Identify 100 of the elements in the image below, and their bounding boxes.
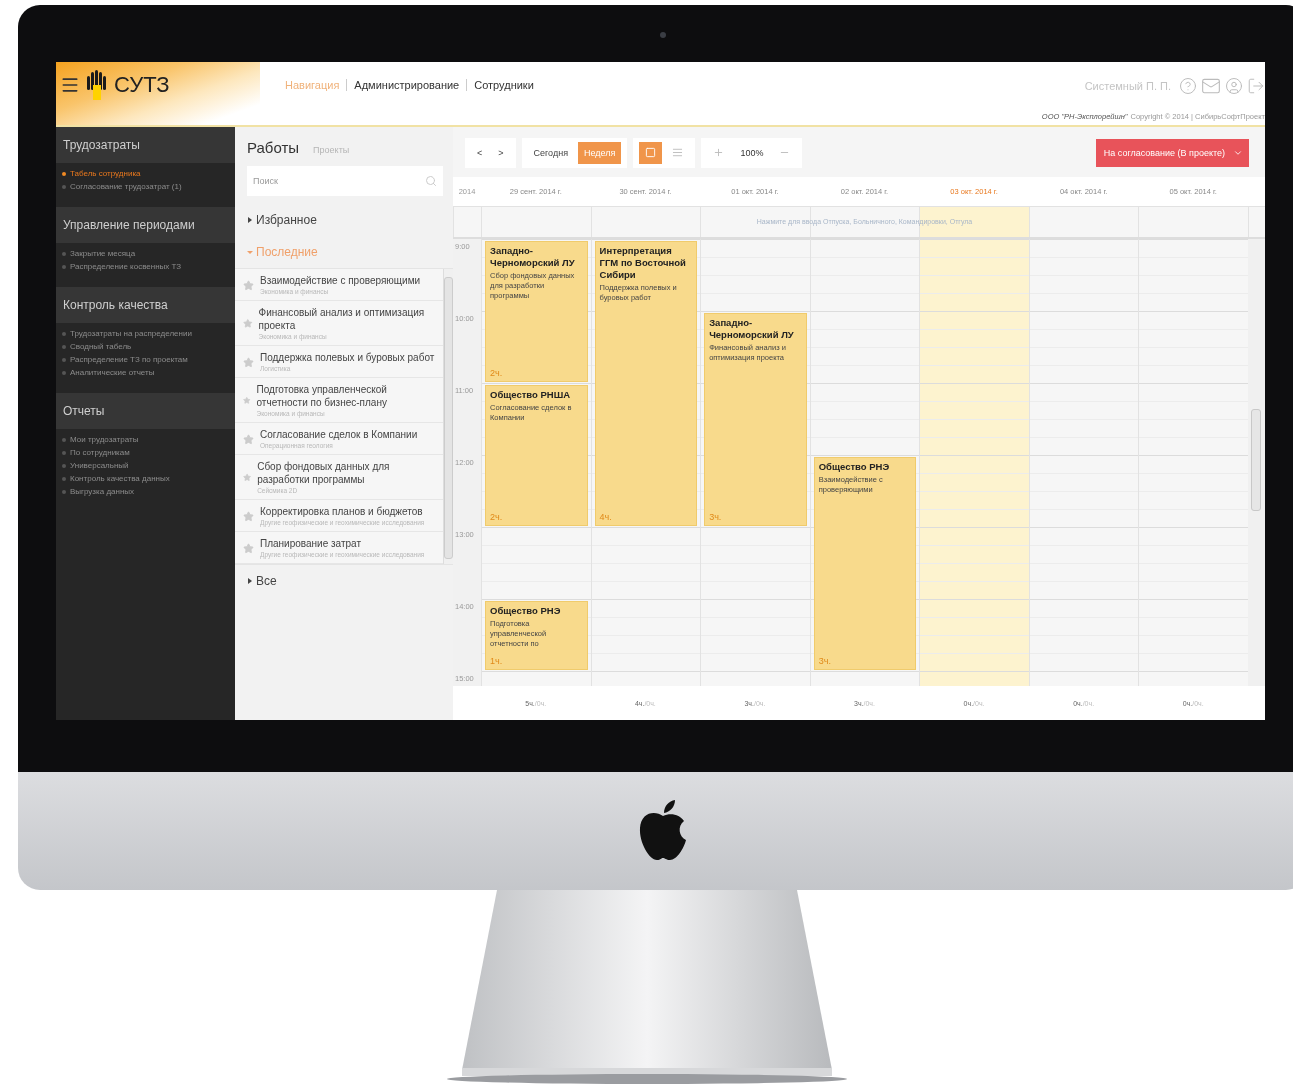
sidebar-item[interactable]: Контроль качества данных — [62, 474, 229, 483]
all-day-cell[interactable] — [481, 206, 591, 237]
sidebar-item-label: Универсальный — [70, 461, 129, 470]
work-title: Подготовка управленческой отчетности по бизнес-плану — [256, 383, 388, 409]
sidebar-item[interactable]: Мои трудозатраты — [62, 435, 229, 444]
bullet-icon — [62, 344, 66, 349]
sidebar-item-label: Контроль качества данных — [70, 474, 170, 483]
submit-button[interactable]: На согласование (В проекте) — [1095, 138, 1249, 167]
app-logo-text: СУТЗ — [114, 71, 170, 98]
entry-title: Западно-Черноморский ЛУ — [709, 317, 795, 341]
sidebar-item-label: Распределение ТЗ по проектам — [70, 355, 188, 364]
sidebar-item[interactable]: Распределение косвенных ТЗ — [62, 262, 229, 271]
sidebar-item-label: Трудозатраты на распределении — [70, 329, 192, 338]
sidebar-item[interactable]: По сотрудникам — [62, 448, 229, 457]
star-icon[interactable] — [243, 395, 251, 406]
bullet-icon — [62, 489, 66, 494]
nav-link[interactable]: Администрирование — [346, 78, 467, 91]
nav-link[interactable]: Сотрудники — [466, 78, 541, 91]
sidebar-item[interactable]: Универсальный — [62, 461, 229, 470]
search-icon — [425, 175, 437, 187]
user-icon[interactable] — [1225, 77, 1243, 95]
bullet-icon — [62, 450, 66, 455]
logout-icon[interactable] — [1247, 77, 1265, 95]
all-day-cell[interactable] — [1028, 206, 1139, 237]
camera-icon — [660, 32, 666, 38]
entry-hours: 3ч. — [818, 656, 832, 666]
entry-hours: 2ч. — [490, 512, 504, 522]
sidebar-item[interactable]: Сводный табель — [62, 342, 229, 351]
group-header[interactable]: Избранное — [235, 204, 453, 236]
sidebar-item-label: Согласование трудозатрат (1) — [70, 182, 182, 191]
sidebar-item-label: Табель сотрудника — [70, 169, 141, 178]
next-button[interactable]: > — [492, 141, 510, 164]
entry-title: Общество РНША — [490, 389, 572, 401]
bullet-icon — [62, 476, 66, 481]
work-title: Финансовый анализ и оптимизация проекта — [258, 306, 426, 332]
logo-icon — [637, 800, 689, 862]
plus-icon — [713, 147, 725, 158]
square-icon — [645, 147, 657, 158]
bullet-icon — [62, 437, 66, 442]
sidebar-item-label: Закрытие месяца — [70, 249, 136, 258]
bullet-icon — [62, 331, 66, 336]
work-title: Поддержка полевых и буровых работ — [260, 351, 435, 364]
group-header[interactable]: Все — [235, 565, 453, 597]
star-icon[interactable] — [243, 356, 254, 368]
sidebar-item[interactable]: Согласование трудозатрат (1) — [62, 182, 229, 191]
all-day-cell[interactable] — [590, 206, 701, 237]
bullet-icon — [62, 370, 66, 375]
sidebar-item-label: Аналитические отчеты — [70, 368, 155, 377]
entry-hours: 4ч. — [599, 512, 613, 522]
entry-title: Интерпретация ГГМ по Восточной Сибири — [599, 245, 687, 281]
work-title: Согласование сделок в Компании — [260, 428, 418, 441]
bullet-icon — [62, 264, 66, 269]
mail-icon[interactable] — [1201, 76, 1221, 96]
today-button[interactable]: Сегодня — [527, 141, 575, 164]
sidebar-item-label: Распределение косвенных ТЗ — [70, 262, 182, 271]
calendar-view-button[interactable] — [639, 141, 663, 164]
day-column[interactable] — [919, 239, 1029, 686]
entry-hours: 1ч. — [490, 656, 504, 666]
bullet-icon — [62, 357, 66, 362]
all-day-cell[interactable] — [1138, 206, 1248, 237]
help-icon[interactable] — [1179, 77, 1197, 95]
bullet-icon — [62, 463, 66, 468]
sidebar-item[interactable]: Трудозатраты на распределении — [62, 329, 229, 338]
sidebar-item[interactable]: Выгрузка данных — [62, 487, 229, 496]
star-icon[interactable] — [243, 279, 254, 291]
entry-title: Общество РНЭ — [818, 461, 891, 473]
star-icon[interactable] — [243, 433, 254, 445]
star-icon[interactable] — [243, 472, 252, 483]
work-title: Планирование затрат — [260, 537, 362, 550]
sidebar-item[interactable]: Табель сотрудника — [62, 169, 229, 178]
group-label: Избранное — [256, 213, 317, 227]
group-label: Последние — [256, 245, 318, 259]
entry-hours: 2ч. — [490, 368, 504, 378]
scrollbar[interactable] — [443, 269, 453, 564]
sidebar-item[interactable]: Распределение ТЗ по проектам — [62, 355, 229, 364]
zoom-level: 100% — [739, 147, 765, 158]
sidebar-item-label: Сводный табель — [70, 342, 132, 351]
search-field[interactable]: Поиск — [247, 166, 443, 196]
bullet-icon — [62, 184, 66, 189]
panel-tab[interactable]: Работы — [247, 139, 300, 156]
sidebar-section-title: Трудозатраты — [56, 127, 235, 163]
entry-title: Западно-Черноморский ЛУ — [490, 245, 576, 269]
group-label: Все — [256, 574, 277, 588]
entry-hours: 3ч. — [709, 512, 723, 522]
day-column[interactable] — [1138, 239, 1248, 686]
sidebar-item-label: Мои трудозатраты — [70, 435, 139, 444]
star-icon[interactable] — [243, 542, 254, 554]
list-icon — [672, 147, 684, 158]
sidebar-section-title: Отчеты — [56, 393, 235, 429]
prev-button[interactable]: < — [471, 141, 489, 164]
work-title: Корректировка планов и бюджетов — [260, 505, 424, 518]
star-icon[interactable] — [243, 318, 253, 329]
day-column[interactable] — [1028, 239, 1139, 686]
sidebar-item-label: По сотрудникам — [70, 448, 130, 457]
star-icon[interactable] — [243, 510, 254, 522]
bullet-icon — [62, 251, 66, 256]
sidebar-section-title: Контроль качества — [56, 287, 235, 323]
sidebar-item[interactable]: Аналитические отчеты — [62, 368, 229, 377]
work-title: Взаимодействие с проверяющими — [260, 274, 421, 287]
sidebar-item[interactable]: Закрытие месяца — [62, 249, 229, 258]
